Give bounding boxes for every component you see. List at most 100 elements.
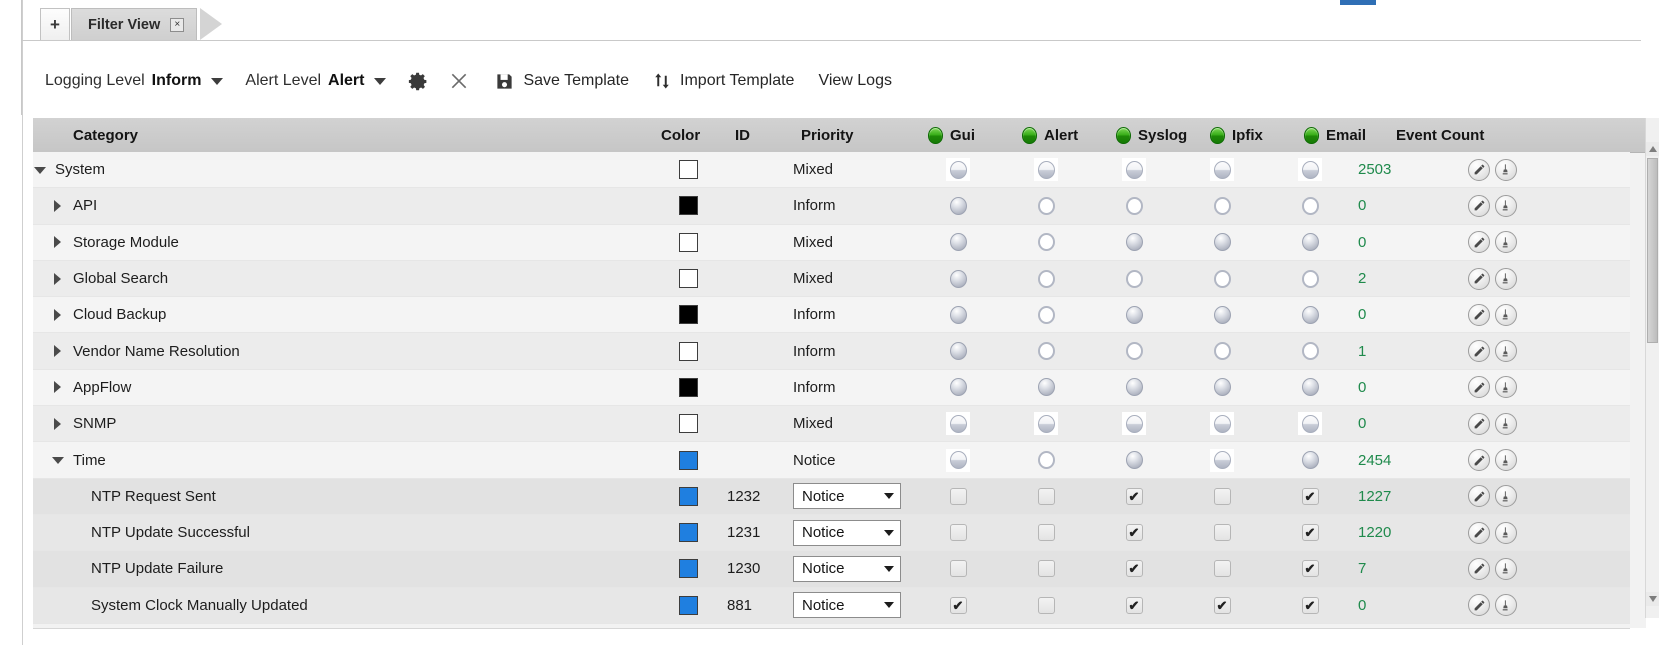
alert-cell[interactable] xyxy=(1002,342,1090,361)
brush-icon[interactable] xyxy=(1495,231,1517,254)
pencil-icon[interactable] xyxy=(1468,557,1490,580)
collapse-triangle-icon[interactable] xyxy=(33,163,47,177)
close-icon[interactable]: × xyxy=(170,17,185,32)
alert-checkbox[interactable]: ✔ xyxy=(1037,524,1055,542)
pencil-icon[interactable] xyxy=(1468,594,1490,617)
expand-triangle-icon[interactable] xyxy=(51,308,65,322)
color-swatch[interactable] xyxy=(678,377,698,397)
email-cell[interactable]: ✔ xyxy=(1266,487,1354,505)
gui-checkbox[interactable]: ✔ xyxy=(949,487,967,505)
scroll-down-button[interactable] xyxy=(1646,592,1659,606)
ipfix-indicator-icon[interactable] xyxy=(1213,378,1231,397)
syslog-indicator-icon[interactable] xyxy=(1125,233,1143,252)
cell-color[interactable] xyxy=(653,450,723,470)
syslog-cell[interactable] xyxy=(1090,233,1178,252)
table-row[interactable]: Vendor Name Resolution Inform 1 xyxy=(33,333,1630,370)
gui-indicator-icon[interactable] xyxy=(949,451,967,470)
gui-cell[interactable]: ✔ xyxy=(914,524,1002,542)
cell-color[interactable] xyxy=(653,160,723,180)
alert-indicator-icon[interactable] xyxy=(1037,414,1055,433)
column-header-email[interactable]: Email xyxy=(1298,126,1392,144)
email-indicator-icon[interactable] xyxy=(1301,342,1319,361)
alert-indicator-icon[interactable] xyxy=(1037,233,1055,252)
pencil-icon[interactable] xyxy=(1468,485,1490,508)
cell-event-count[interactable]: 0 xyxy=(1354,234,1462,251)
alert-indicator-icon[interactable] xyxy=(1037,305,1055,324)
gui-indicator-icon[interactable] xyxy=(949,233,967,252)
ipfix-cell[interactable] xyxy=(1178,269,1266,288)
cell-event-count[interactable]: 1227 xyxy=(1354,488,1462,505)
table-row[interactable]: Global Search Mixed 2 xyxy=(33,260,1630,298)
expand-triangle-icon[interactable] xyxy=(51,272,65,286)
cell-event-count[interactable]: 0 xyxy=(1354,379,1462,396)
column-header-id[interactable]: ID xyxy=(731,127,797,144)
brush-icon[interactable] xyxy=(1495,340,1517,363)
brush-icon[interactable] xyxy=(1495,594,1517,617)
gui-cell[interactable] xyxy=(914,233,1002,252)
email-cell[interactable] xyxy=(1266,342,1354,361)
email-cell[interactable] xyxy=(1266,196,1354,215)
table-row[interactable]: Cloud Backup Inform 0 xyxy=(33,297,1630,334)
color-swatch[interactable] xyxy=(678,196,698,216)
syslog-cell[interactable] xyxy=(1090,158,1178,182)
syslog-cell[interactable]: ✔ xyxy=(1090,596,1178,614)
cell-color[interactable] xyxy=(653,232,723,252)
gui-cell[interactable]: ✔ xyxy=(914,560,1002,578)
ipfix-checkbox[interactable]: ✔ xyxy=(1213,524,1231,542)
collapse-triangle-icon[interactable] xyxy=(51,453,65,467)
priority-select[interactable]: Notice xyxy=(793,519,901,546)
alert-cell[interactable] xyxy=(1002,269,1090,288)
ipfix-cell[interactable] xyxy=(1178,305,1266,324)
table-row[interactable]: Time Notice 2454 xyxy=(33,442,1630,479)
ipfix-indicator-icon[interactable] xyxy=(1213,269,1231,288)
pencil-icon[interactable] xyxy=(1468,376,1490,399)
alert-indicator-icon[interactable] xyxy=(1037,269,1055,288)
email-indicator-icon[interactable] xyxy=(1301,451,1319,470)
syslog-checkbox[interactable]: ✔ xyxy=(1125,487,1143,505)
email-cell[interactable]: ✔ xyxy=(1266,596,1354,614)
table-row[interactable]: API Inform 0 xyxy=(33,188,1630,225)
syslog-indicator-icon[interactable] xyxy=(1125,269,1143,288)
color-swatch[interactable] xyxy=(678,232,698,252)
alert-checkbox[interactable]: ✔ xyxy=(1037,560,1055,578)
cell-color[interactable] xyxy=(653,523,723,543)
ipfix-cell[interactable] xyxy=(1178,448,1266,472)
priority-select[interactable]: Notice xyxy=(793,592,901,619)
email-indicator-icon[interactable] xyxy=(1301,196,1319,215)
ipfix-indicator-icon[interactable] xyxy=(1213,196,1231,215)
gui-cell[interactable] xyxy=(914,342,1002,361)
alert-checkbox[interactable]: ✔ xyxy=(1037,596,1055,614)
color-swatch[interactable] xyxy=(678,450,698,470)
syslog-indicator-icon[interactable] xyxy=(1125,414,1143,433)
color-swatch[interactable] xyxy=(678,305,698,325)
email-indicator-icon[interactable] xyxy=(1301,414,1319,433)
syslog-cell[interactable] xyxy=(1090,451,1178,470)
vertical-scrollbar[interactable] xyxy=(1645,118,1659,618)
alert-indicator-icon[interactable] xyxy=(1037,196,1055,215)
cell-event-count[interactable]: 0 xyxy=(1354,306,1462,323)
cell-priority[interactable]: Notice xyxy=(789,483,914,510)
gui-indicator-icon[interactable] xyxy=(949,160,967,179)
gui-checkbox[interactable]: ✔ xyxy=(949,560,967,578)
pencil-icon[interactable] xyxy=(1468,340,1490,363)
gui-cell[interactable]: ✔ xyxy=(914,596,1002,614)
syslog-cell[interactable]: ✔ xyxy=(1090,524,1178,542)
ipfix-cell[interactable]: ✔ xyxy=(1178,560,1266,578)
expand-triangle-icon[interactable] xyxy=(51,380,65,394)
syslog-cell[interactable]: ✔ xyxy=(1090,560,1178,578)
ipfix-cell[interactable] xyxy=(1178,412,1266,436)
syslog-indicator-icon[interactable] xyxy=(1125,378,1143,397)
gui-indicator-icon[interactable] xyxy=(949,342,967,361)
syslog-cell[interactable]: ✔ xyxy=(1090,487,1178,505)
column-header-priority[interactable]: Priority xyxy=(797,127,922,144)
table-row[interactable]: NTP Request Sent 1232 Notice ✔ ✔ ✔ ✔ ✔ 1227 xyxy=(33,478,1630,515)
gui-cell[interactable] xyxy=(914,448,1002,472)
brush-icon[interactable] xyxy=(1495,194,1517,217)
cell-event-count[interactable]: 7 xyxy=(1354,560,1462,577)
color-swatch[interactable] xyxy=(678,486,698,506)
email-indicator-icon[interactable] xyxy=(1301,160,1319,179)
table-row[interactable]: NTP Update Successful 1231 Notice ✔ ✔ ✔ ✔ ✔ 1220 xyxy=(33,514,1630,552)
gui-checkbox[interactable]: ✔ xyxy=(949,596,967,614)
ipfix-indicator-icon[interactable] xyxy=(1213,233,1231,252)
ipfix-cell[interactable] xyxy=(1178,233,1266,252)
